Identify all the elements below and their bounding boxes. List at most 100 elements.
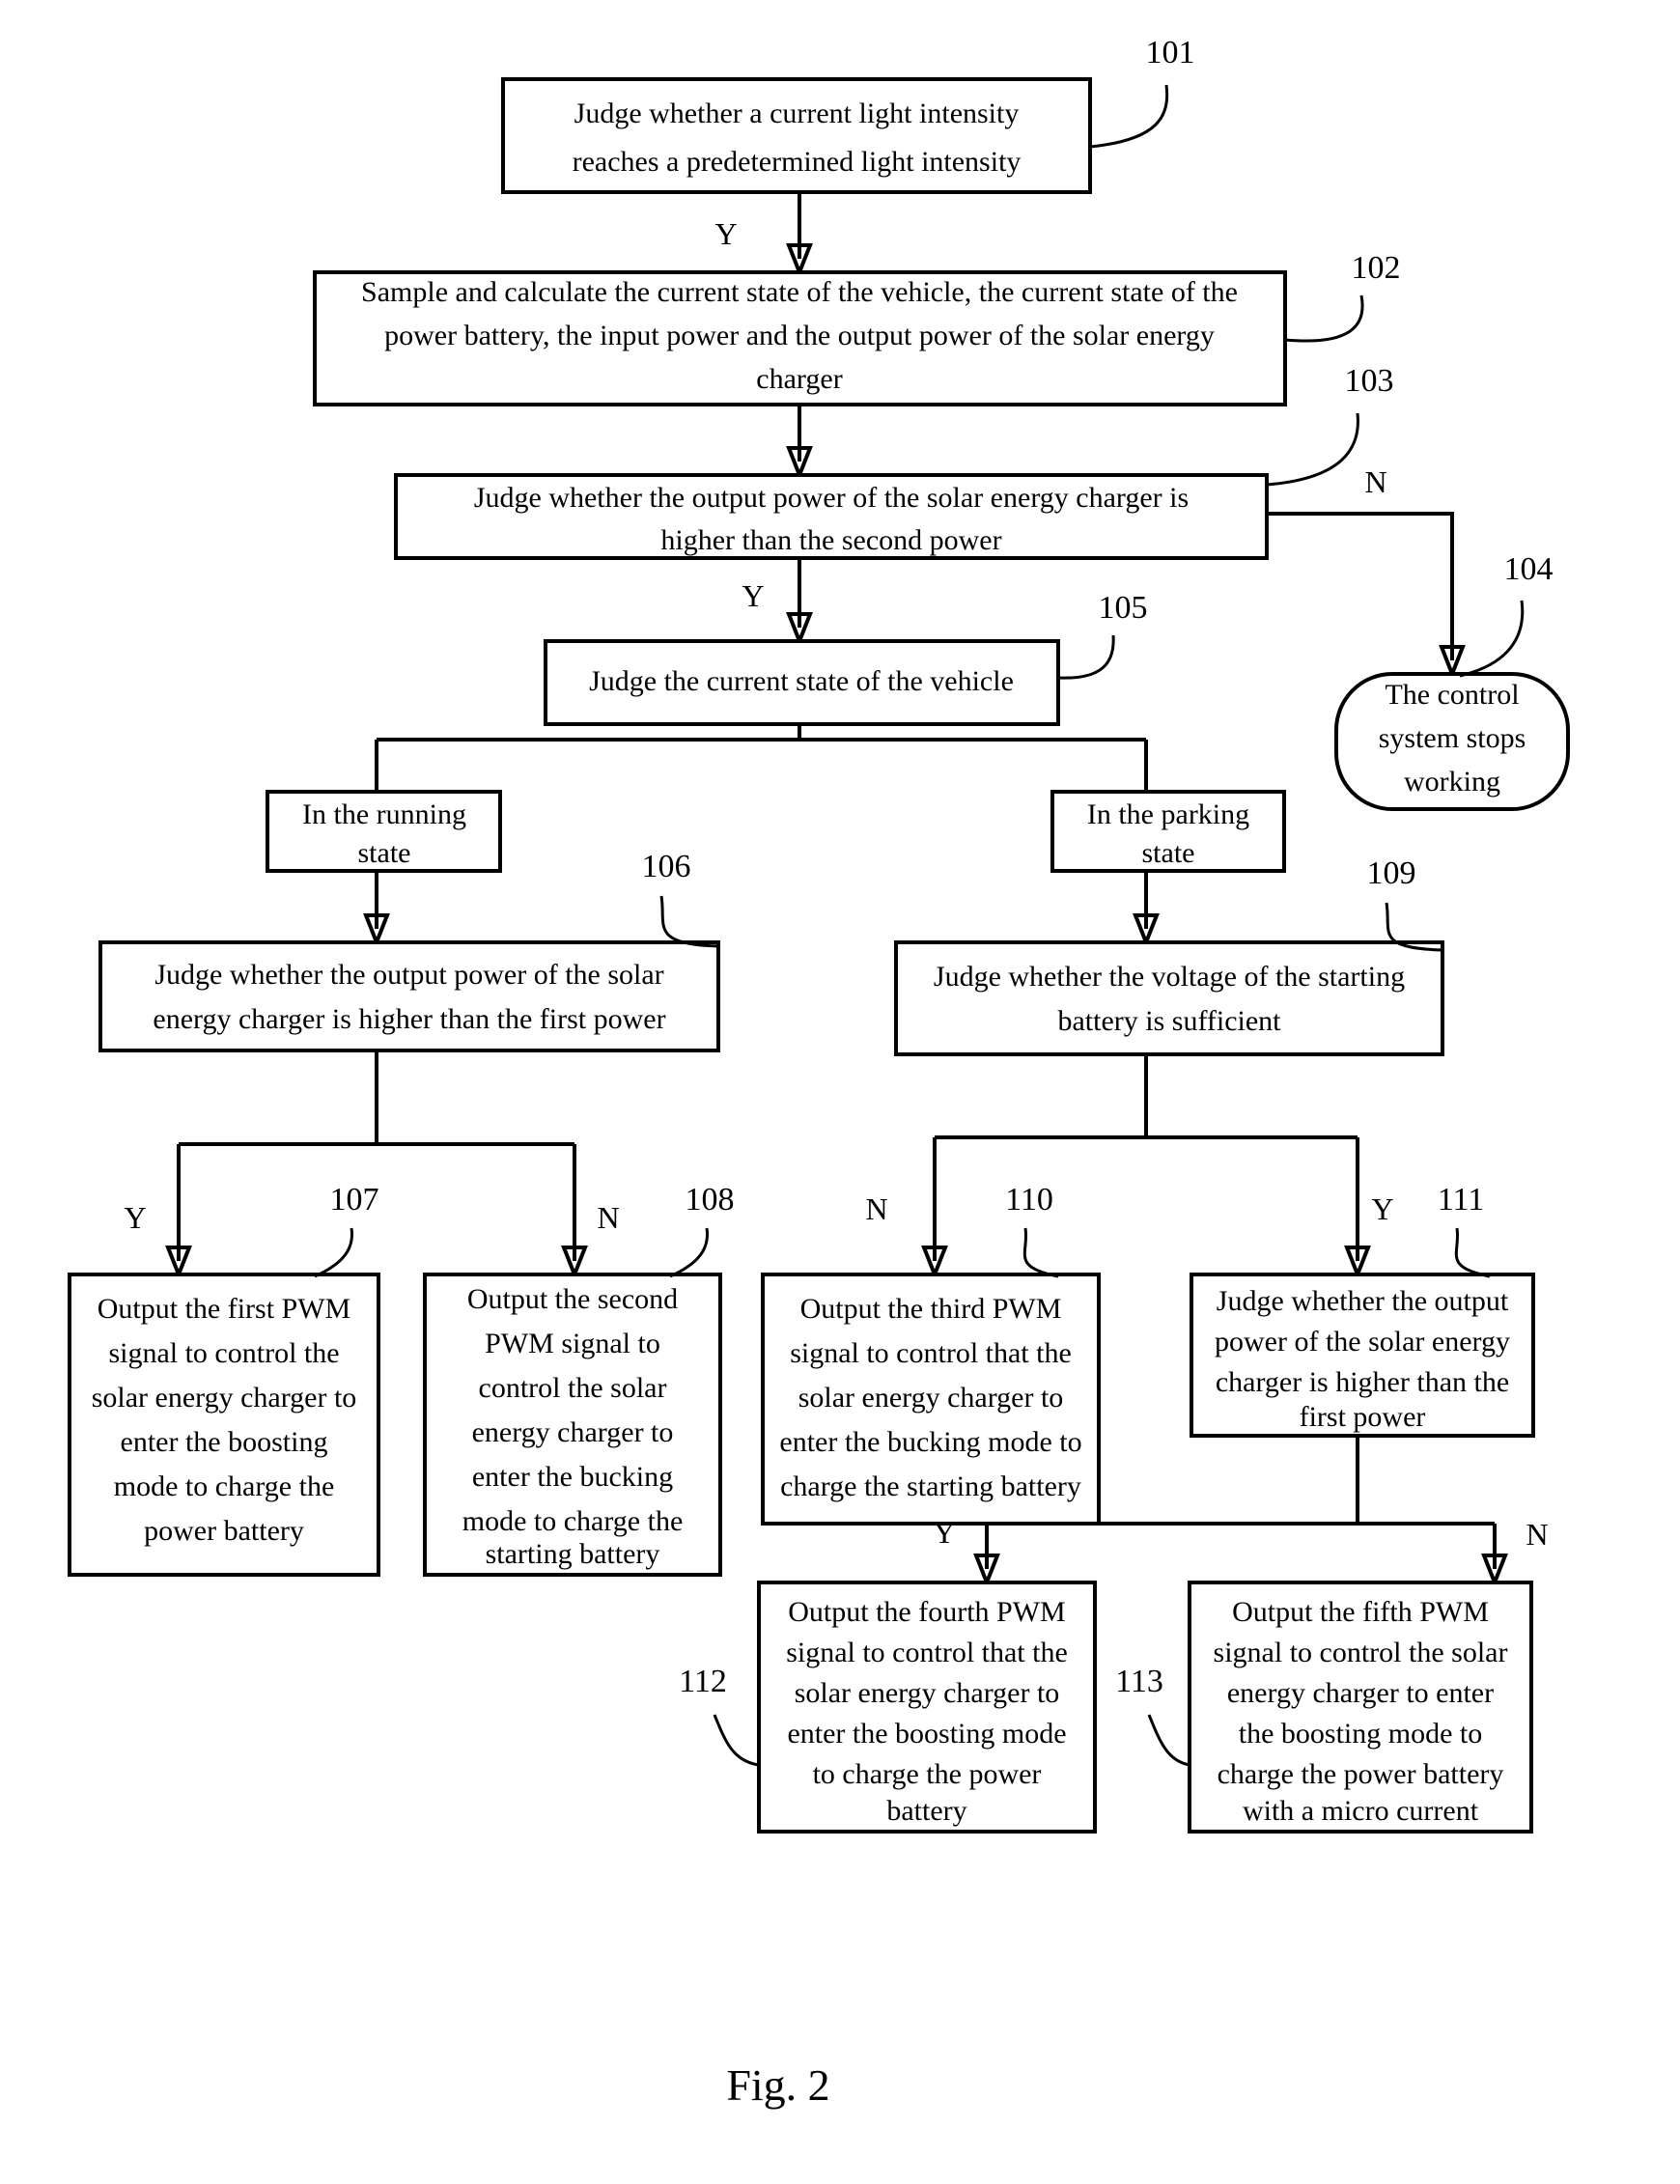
ref-104-label: 104 xyxy=(1504,551,1554,587)
node-108-line-1: PWM signal to xyxy=(485,1328,660,1359)
figure-caption: Fig. 2 xyxy=(726,2060,829,2110)
branch-label-101-102: Y xyxy=(714,216,737,251)
node-112-line-4: to charge the power xyxy=(813,1758,1042,1790)
node-104-line-0: The control xyxy=(1385,679,1519,711)
ref-104: 104 xyxy=(1459,551,1554,678)
node-113[interactable]: Output the fifth PWM signal to control t… xyxy=(1188,1581,1533,1834)
ref-102: 102 xyxy=(1284,250,1401,343)
branch-label-111-yes: Y xyxy=(933,1515,955,1550)
node-110-line-0: Output the third PWM xyxy=(800,1293,1062,1325)
node-101[interactable]: Judge whether a current light intensity … xyxy=(501,77,1092,194)
ref-112-label: 112 xyxy=(679,1664,727,1699)
node-102-line-2: charger xyxy=(756,363,842,395)
node-112[interactable]: Output the fourth PWM signal to control … xyxy=(757,1581,1097,1834)
node-111-line-3: first power xyxy=(1300,1401,1426,1433)
ref-109-label: 109 xyxy=(1367,855,1416,891)
ref-111-leader xyxy=(1454,1227,1491,1278)
node-107[interactable]: Output the first PWM signal to control t… xyxy=(68,1273,380,1577)
node-103-line-0: Judge whether the output power of the so… xyxy=(474,482,1189,514)
node-running-state-line-0: In the running xyxy=(302,798,466,830)
branch-label-106-no: N xyxy=(597,1200,619,1235)
node-102[interactable]: Sample and calculate the current state o… xyxy=(313,270,1287,406)
node-103[interactable]: Judge whether the output power of the so… xyxy=(394,473,1269,560)
node-111-line-2: charger is higher than the xyxy=(1216,1366,1509,1398)
node-113-line-4: charge the power battery xyxy=(1218,1758,1504,1790)
ref-107-leader xyxy=(314,1227,353,1278)
node-108-line-3: energy charger to xyxy=(472,1416,674,1448)
node-113-line-5: with a micro current xyxy=(1243,1795,1479,1827)
node-106-line-1: energy charger is higher than the first … xyxy=(153,1003,665,1035)
ref-112: 112 xyxy=(679,1664,760,1767)
ref-105-leader xyxy=(1057,634,1115,680)
ref-106-leader xyxy=(659,895,719,948)
node-108[interactable]: Output the second PWM signal to control … xyxy=(423,1273,722,1577)
node-109-box[interactable] xyxy=(894,940,1444,1056)
node-105-line-0: Judge the current state of the vehicle xyxy=(589,665,1014,697)
node-104-line-2: working xyxy=(1404,766,1500,798)
node-parking-state-line-0: In the parking xyxy=(1087,798,1249,830)
node-112-line-5: battery xyxy=(886,1795,966,1827)
node-107-line-3: enter the boosting xyxy=(121,1426,328,1458)
node-112-line-2: solar energy charger to xyxy=(795,1677,1060,1709)
node-107-line-2: solar energy charger to xyxy=(92,1382,357,1414)
node-108-line-6: starting battery xyxy=(486,1538,660,1570)
ref-106: 106 xyxy=(642,849,719,948)
ref-104-leader xyxy=(1459,600,1525,678)
flowchart-svg: Judge whether a current light intensity … xyxy=(68,35,1570,2110)
branch-label-106-yes: Y xyxy=(124,1200,146,1235)
ref-112-leader xyxy=(713,1714,760,1767)
ref-103-leader xyxy=(1266,412,1359,487)
ref-110-label: 110 xyxy=(1005,1182,1053,1218)
node-103-line-1: higher than the second power xyxy=(660,524,1001,556)
ref-103-label: 103 xyxy=(1345,363,1394,399)
ref-107: 107 xyxy=(314,1182,379,1278)
connector-103-104 xyxy=(1267,512,1454,660)
ref-101: 101 xyxy=(1089,35,1195,149)
node-107-line-5: power battery xyxy=(144,1515,304,1547)
node-106-line-0: Judge whether the output power of the so… xyxy=(154,959,663,991)
node-107-line-0: Output the first PWM xyxy=(98,1293,351,1325)
node-111-line-0: Judge whether the output xyxy=(1217,1285,1509,1317)
ref-113-leader xyxy=(1147,1714,1190,1767)
ref-101-leader xyxy=(1089,84,1169,149)
node-113-line-1: signal to control the solar xyxy=(1214,1637,1508,1668)
node-108-line-4: enter the bucking xyxy=(472,1461,673,1493)
node-110-line-4: charge the starting battery xyxy=(780,1470,1081,1502)
ref-107-label: 107 xyxy=(330,1182,379,1218)
ref-108-leader xyxy=(669,1227,709,1278)
node-running-state-line-1: state xyxy=(358,837,411,869)
figure-root: Judge whether a current light intensity … xyxy=(0,0,1680,2184)
ref-113: 113 xyxy=(1115,1664,1190,1767)
ref-113-label: 113 xyxy=(1115,1664,1163,1699)
node-113-line-3: the boosting mode to xyxy=(1239,1718,1482,1750)
branch-label-103-no: N xyxy=(1364,464,1386,499)
ref-108: 108 xyxy=(669,1182,735,1278)
node-105[interactable]: Judge the current state of the vehicle xyxy=(544,639,1060,726)
node-104-line-1: system stops xyxy=(1379,722,1526,754)
ref-102-label: 102 xyxy=(1352,250,1401,286)
node-running-state[interactable]: In the running state xyxy=(266,790,502,873)
node-106[interactable]: Judge whether the output power of the so… xyxy=(98,940,720,1052)
node-parking-state[interactable]: In the parking state xyxy=(1050,790,1286,873)
node-113-line-2: energy charger to enter xyxy=(1227,1677,1494,1709)
ref-101-label: 101 xyxy=(1146,35,1195,70)
branch-label-109-yes: Y xyxy=(1371,1191,1393,1226)
node-107-line-1: signal to control the xyxy=(108,1337,339,1369)
node-102-line-0: Sample and calculate the current state o… xyxy=(361,276,1238,308)
node-107-line-4: mode to charge the xyxy=(114,1470,335,1502)
node-109-line-0: Judge whether the voltage of the startin… xyxy=(934,961,1405,993)
node-110[interactable]: Output the third PWM signal to control t… xyxy=(761,1273,1101,1526)
node-111[interactable]: Judge whether the output power of the so… xyxy=(1190,1273,1535,1438)
ref-105-label: 105 xyxy=(1099,590,1148,626)
node-parking-state-line-1: state xyxy=(1142,837,1195,869)
node-113-line-0: Output the fifth PWM xyxy=(1232,1596,1489,1628)
ref-110: 110 xyxy=(1005,1182,1059,1278)
ref-105: 105 xyxy=(1057,590,1148,680)
branch-label-109-no: N xyxy=(865,1191,887,1226)
node-104[interactable]: The control system stops working xyxy=(1334,672,1570,811)
node-110-line-3: enter the bucking mode to xyxy=(779,1426,1081,1458)
branch-label-103-yes: Y xyxy=(742,578,764,613)
node-109[interactable]: Judge whether the voltage of the startin… xyxy=(894,940,1444,1056)
branch-label-111-no: N xyxy=(1526,1517,1548,1552)
ref-106-label: 106 xyxy=(642,849,691,884)
